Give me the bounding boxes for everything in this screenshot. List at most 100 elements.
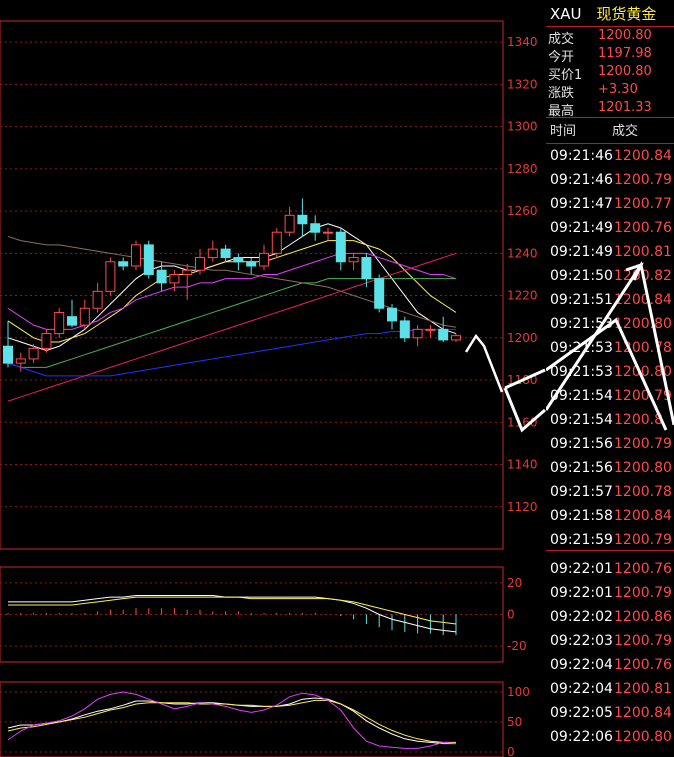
candle-body[interactable] — [233, 257, 244, 263]
candle-body[interactable] — [92, 290, 103, 309]
candle-body[interactable] — [207, 248, 218, 259]
tick-time: 09:22:03 — [550, 633, 613, 649]
tick-price: 1200.79 — [614, 585, 672, 601]
tick-time: 09:21:49 — [550, 244, 613, 260]
tick-time: 09:21:53 — [550, 316, 613, 332]
tick-price: 1200.80 — [614, 460, 672, 476]
candle-body[interactable] — [271, 231, 282, 254]
tick-price: 1200.78 — [614, 340, 672, 356]
candle-body[interactable] — [310, 223, 321, 233]
kdj-lines — [7, 691, 457, 749]
candle-body[interactable] — [348, 257, 359, 263]
candle-body[interactable] — [259, 252, 269, 267]
tick-price: 1200.80 — [614, 316, 672, 332]
tick-price: 1200.79 — [614, 436, 672, 452]
candle-body[interactable] — [169, 273, 180, 284]
tick-price: 1200.82 — [614, 268, 672, 284]
candle-body[interactable] — [118, 261, 129, 267]
tick-price: 1200.8 — [614, 412, 663, 428]
candle-body[interactable] — [54, 311, 65, 335]
tick-time: 09:21:46 — [550, 172, 613, 188]
candle-body[interactable] — [425, 328, 436, 331]
tick-price: 1200.79 — [614, 633, 672, 649]
y-tick-label: 1200 — [507, 331, 538, 345]
candle-body[interactable] — [182, 269, 193, 275]
tick-time: 09:22:01 — [550, 561, 613, 577]
candle-body[interactable] — [361, 257, 372, 280]
y-tick-label: 1220 — [507, 289, 538, 303]
tick-price: 1200.79 — [614, 532, 672, 548]
instrument-name: 现货黄金 — [596, 5, 657, 23]
candle-body[interactable] — [195, 257, 205, 271]
tick-time: 09:22:05 — [550, 705, 613, 721]
candle-body[interactable] — [79, 307, 90, 326]
candle-body[interactable] — [246, 261, 257, 267]
tick-time: 09:21:50 — [550, 268, 613, 284]
candle-body[interactable] — [131, 244, 141, 267]
macd-histogram — [7, 608, 457, 636]
y-tick-label: 1260 — [507, 204, 538, 218]
tick-price: 1200.80 — [614, 364, 672, 380]
ma-line — [7, 252, 457, 402]
candle-body[interactable] — [387, 307, 397, 322]
tick-time: 09:22:01 — [550, 585, 613, 601]
candle-body[interactable] — [374, 278, 385, 309]
tick-price: 1200.79 — [614, 388, 672, 404]
tick-time: 09:21:47 — [550, 196, 613, 212]
divider — [546, 26, 674, 27]
candle-body[interactable] — [105, 261, 116, 292]
candle-body[interactable] — [3, 345, 13, 364]
kdj-tick-label: 100 — [507, 685, 530, 699]
quote-value: 1201.33 — [598, 100, 652, 115]
tick-time: 09:22:06 — [550, 729, 613, 745]
tick-price: 1200.84 — [614, 705, 672, 721]
kdj-line — [7, 691, 457, 749]
kdj-tick-label: 0 — [507, 745, 515, 757]
divider — [546, 143, 674, 144]
quote-label: 涨跌 — [548, 86, 575, 101]
tick-time: 09:21:49 — [550, 220, 613, 236]
chart-area[interactable]: 1340132013001280126012401220120011801160… — [0, 0, 546, 757]
candle-body[interactable] — [156, 269, 167, 284]
tick-price: 1200.84 — [614, 148, 672, 164]
quote-label: 买价1 — [548, 68, 583, 83]
kdj-axis-ticks: 100 50 0 — [507, 685, 530, 757]
tick-price: 1200.84 — [614, 292, 672, 308]
y-tick-label: 1120 — [507, 500, 538, 514]
candle-body[interactable] — [297, 214, 308, 225]
divider — [546, 550, 674, 551]
candle-body[interactable] — [451, 335, 461, 341]
candle-body[interactable] — [143, 244, 154, 275]
candle-body[interactable] — [41, 333, 52, 349]
candle-body[interactable] — [323, 231, 333, 234]
candle-body[interactable] — [284, 214, 295, 233]
candle-body[interactable] — [67, 316, 77, 326]
candle-body[interactable] — [15, 358, 26, 364]
macd-tick-label: 20 — [507, 576, 522, 590]
macd-tick-label: -20 — [507, 639, 527, 653]
candle-body[interactable] — [220, 248, 231, 259]
ticks-price-header: 成交 — [612, 124, 639, 139]
tick-time: 09:21:46 — [550, 148, 613, 164]
kdj-tick-label: 50 — [507, 715, 522, 729]
instrument-header: XAU 现货黄金 — [546, 3, 656, 24]
y-tick-label: 1140 — [507, 458, 538, 472]
main-panel-frame — [0, 20, 504, 550]
tick-time: 09:21:53 — [550, 340, 613, 356]
tick-price: 1200.77 — [614, 196, 672, 212]
candle-body[interactable] — [335, 231, 346, 263]
kdj-line — [7, 699, 456, 743]
price-axis-ticks: 1340132013001280126012401220120011801160… — [507, 35, 538, 514]
macd-line — [8, 595, 457, 633]
candle-body[interactable] — [28, 347, 39, 360]
quote-label: 今开 — [548, 50, 575, 65]
tick-time: 09:21:58 — [550, 508, 613, 524]
candle-body[interactable] — [399, 320, 410, 339]
candle-body[interactable] — [438, 328, 449, 341]
ticks-time-header: 时间 — [550, 124, 577, 139]
candlesticks[interactable] — [3, 198, 461, 372]
candle-body[interactable] — [412, 328, 423, 339]
tick-time: 09:22:02 — [550, 609, 613, 625]
y-tick-label: 1320 — [507, 77, 538, 91]
tick-price: 1200.78 — [614, 484, 672, 500]
